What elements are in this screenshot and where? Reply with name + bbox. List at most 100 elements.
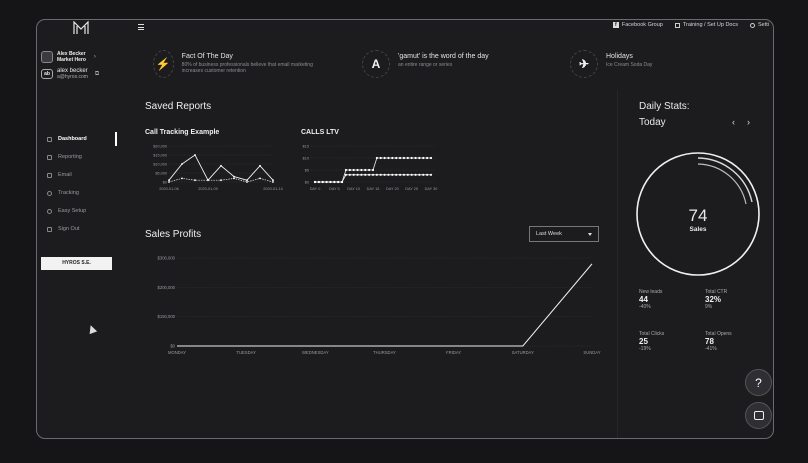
hyros-se-button[interactable]: HYROS S.E. bbox=[41, 257, 112, 270]
data-point bbox=[395, 156, 398, 160]
x-tick-label: DAY 20 bbox=[386, 187, 399, 191]
data-point bbox=[168, 179, 170, 182]
call-tracking-title[interactable]: Call Tracking Example bbox=[145, 129, 219, 136]
data-point bbox=[414, 173, 417, 176]
facebook-group-link[interactable]: f Facebook Group bbox=[612, 22, 663, 28]
data-point bbox=[410, 156, 413, 160]
data-point bbox=[181, 177, 183, 180]
y-tick-label: $200,000 bbox=[158, 285, 176, 290]
x-tick-label: DAY 30 bbox=[425, 187, 438, 191]
data-point bbox=[375, 156, 378, 160]
data-point bbox=[426, 156, 429, 160]
tracking-icon bbox=[47, 190, 52, 196]
x-tick-label: DAY 10 bbox=[347, 187, 360, 191]
x-tick-label: TUESDAY bbox=[236, 350, 256, 355]
data-point bbox=[375, 173, 378, 176]
x-tick-label: 2020-01-14 bbox=[263, 187, 282, 191]
data-point bbox=[371, 168, 375, 172]
data-point bbox=[272, 181, 274, 183]
airplane-icon: ✈ bbox=[570, 50, 598, 78]
data-point bbox=[398, 156, 402, 160]
data-point bbox=[333, 180, 336, 184]
series-line bbox=[168, 154, 274, 181]
daily-stats-title: Daily Stats: bbox=[639, 101, 690, 112]
data-point bbox=[383, 156, 386, 160]
y-tick-label: $10 bbox=[303, 157, 309, 161]
x-tick-label: WEDNESDAY bbox=[302, 350, 329, 355]
settings-link[interactable]: Setti bbox=[749, 22, 769, 28]
data-point bbox=[379, 156, 382, 160]
data-point bbox=[352, 168, 355, 172]
y-tick-label: $150,000 bbox=[158, 314, 176, 319]
stat-total-opens: Total Opens 78 -41% bbox=[705, 331, 732, 352]
data-point bbox=[395, 173, 398, 176]
user-profile[interactable]: ab alex becker a@hyros.com ⧉ bbox=[41, 68, 117, 80]
period-select[interactable]: Last Week bbox=[529, 226, 599, 242]
x-tick-label: FRIDAY bbox=[446, 350, 461, 355]
chevron-left-icon[interactable]: ‹ bbox=[732, 117, 735, 127]
sidebar-item-email[interactable]: Email bbox=[47, 166, 117, 184]
sidebar-item-dashboard[interactable]: Dashboard bbox=[47, 130, 117, 148]
y-tick-label: $0 bbox=[305, 181, 309, 185]
data-point bbox=[406, 156, 409, 160]
y-tick-label: $0 bbox=[170, 344, 175, 349]
help-button[interactable]: ? bbox=[745, 369, 772, 396]
data-point bbox=[233, 177, 235, 180]
sales-label: Sales bbox=[689, 226, 707, 233]
data-point bbox=[387, 156, 390, 160]
data-point bbox=[317, 180, 320, 184]
x-tick-label: SATURDAY bbox=[512, 350, 534, 355]
hyros-logo-icon[interactable] bbox=[73, 21, 89, 35]
data-point bbox=[259, 177, 261, 180]
data-point bbox=[272, 179, 274, 182]
data-point bbox=[426, 173, 429, 176]
data-point bbox=[391, 156, 394, 160]
sidebar-item-reporting[interactable]: Reporting bbox=[47, 148, 117, 166]
external-link-icon: ⧉ bbox=[94, 70, 100, 77]
training-docs-link[interactable]: Training / Set Up Docs bbox=[674, 22, 738, 28]
data-point bbox=[418, 173, 421, 176]
call-tracking-chart: $0 $5,000 $10,000 $15,000 $20,000 2020-01-06 2… bbox=[153, 145, 282, 192]
data-point bbox=[368, 168, 371, 172]
holidays: ✈ Holidays Ice Cream Soda Day bbox=[570, 50, 680, 78]
menu-toggle-icon[interactable] bbox=[138, 24, 144, 30]
data-point bbox=[360, 173, 363, 176]
data-point bbox=[402, 173, 406, 176]
dashboard-icon bbox=[47, 136, 52, 142]
data-point bbox=[379, 173, 382, 176]
data-point bbox=[406, 173, 409, 176]
data-point bbox=[233, 175, 235, 178]
user-avatar: ab bbox=[41, 69, 53, 79]
data-point bbox=[194, 154, 196, 156]
sidebar: Alex Becker Market Hero › ab alex becker… bbox=[37, 38, 117, 438]
account-subname: Market Hero bbox=[57, 57, 86, 63]
calls-ltv-title[interactable]: CALLS LTV bbox=[301, 129, 339, 136]
account-switcher[interactable]: Alex Becker Market Hero › bbox=[41, 51, 117, 63]
data-point bbox=[220, 164, 222, 167]
reporting-icon bbox=[47, 154, 52, 160]
data-point bbox=[220, 179, 222, 182]
sidebar-item-tracking[interactable]: Tracking bbox=[47, 184, 117, 202]
sidebar-item-sign-out[interactable]: Sign Out bbox=[47, 220, 117, 238]
y-tick-label: $5,000 bbox=[155, 172, 167, 176]
data-point bbox=[348, 168, 351, 172]
chat-button[interactable] bbox=[745, 402, 772, 429]
stat-total-ctr: Total CTR 32% 9% bbox=[705, 289, 728, 310]
data-point bbox=[410, 173, 413, 176]
x-tick-label: MONDAY bbox=[168, 350, 186, 355]
x-tick-label: DAY 0 bbox=[310, 187, 321, 191]
data-point bbox=[414, 156, 417, 160]
y-tick-label: $15,000 bbox=[153, 154, 167, 158]
data-point bbox=[259, 164, 261, 167]
mouse-cursor-icon bbox=[86, 323, 98, 335]
data-point bbox=[429, 173, 433, 176]
data-point bbox=[387, 173, 390, 176]
chevron-right-icon[interactable]: › bbox=[747, 117, 750, 127]
data-point bbox=[356, 173, 359, 176]
data-point bbox=[344, 173, 348, 176]
sales-profits-chart: $0 $150,000 $200,000 $300,000 MONDAY TUESDAY W… bbox=[158, 256, 601, 356]
sidebar-item-easy-setup[interactable]: Easy Setup bbox=[47, 202, 117, 220]
data-point bbox=[364, 173, 367, 176]
data-point bbox=[429, 156, 433, 160]
y-tick-label: $15 bbox=[303, 145, 309, 149]
